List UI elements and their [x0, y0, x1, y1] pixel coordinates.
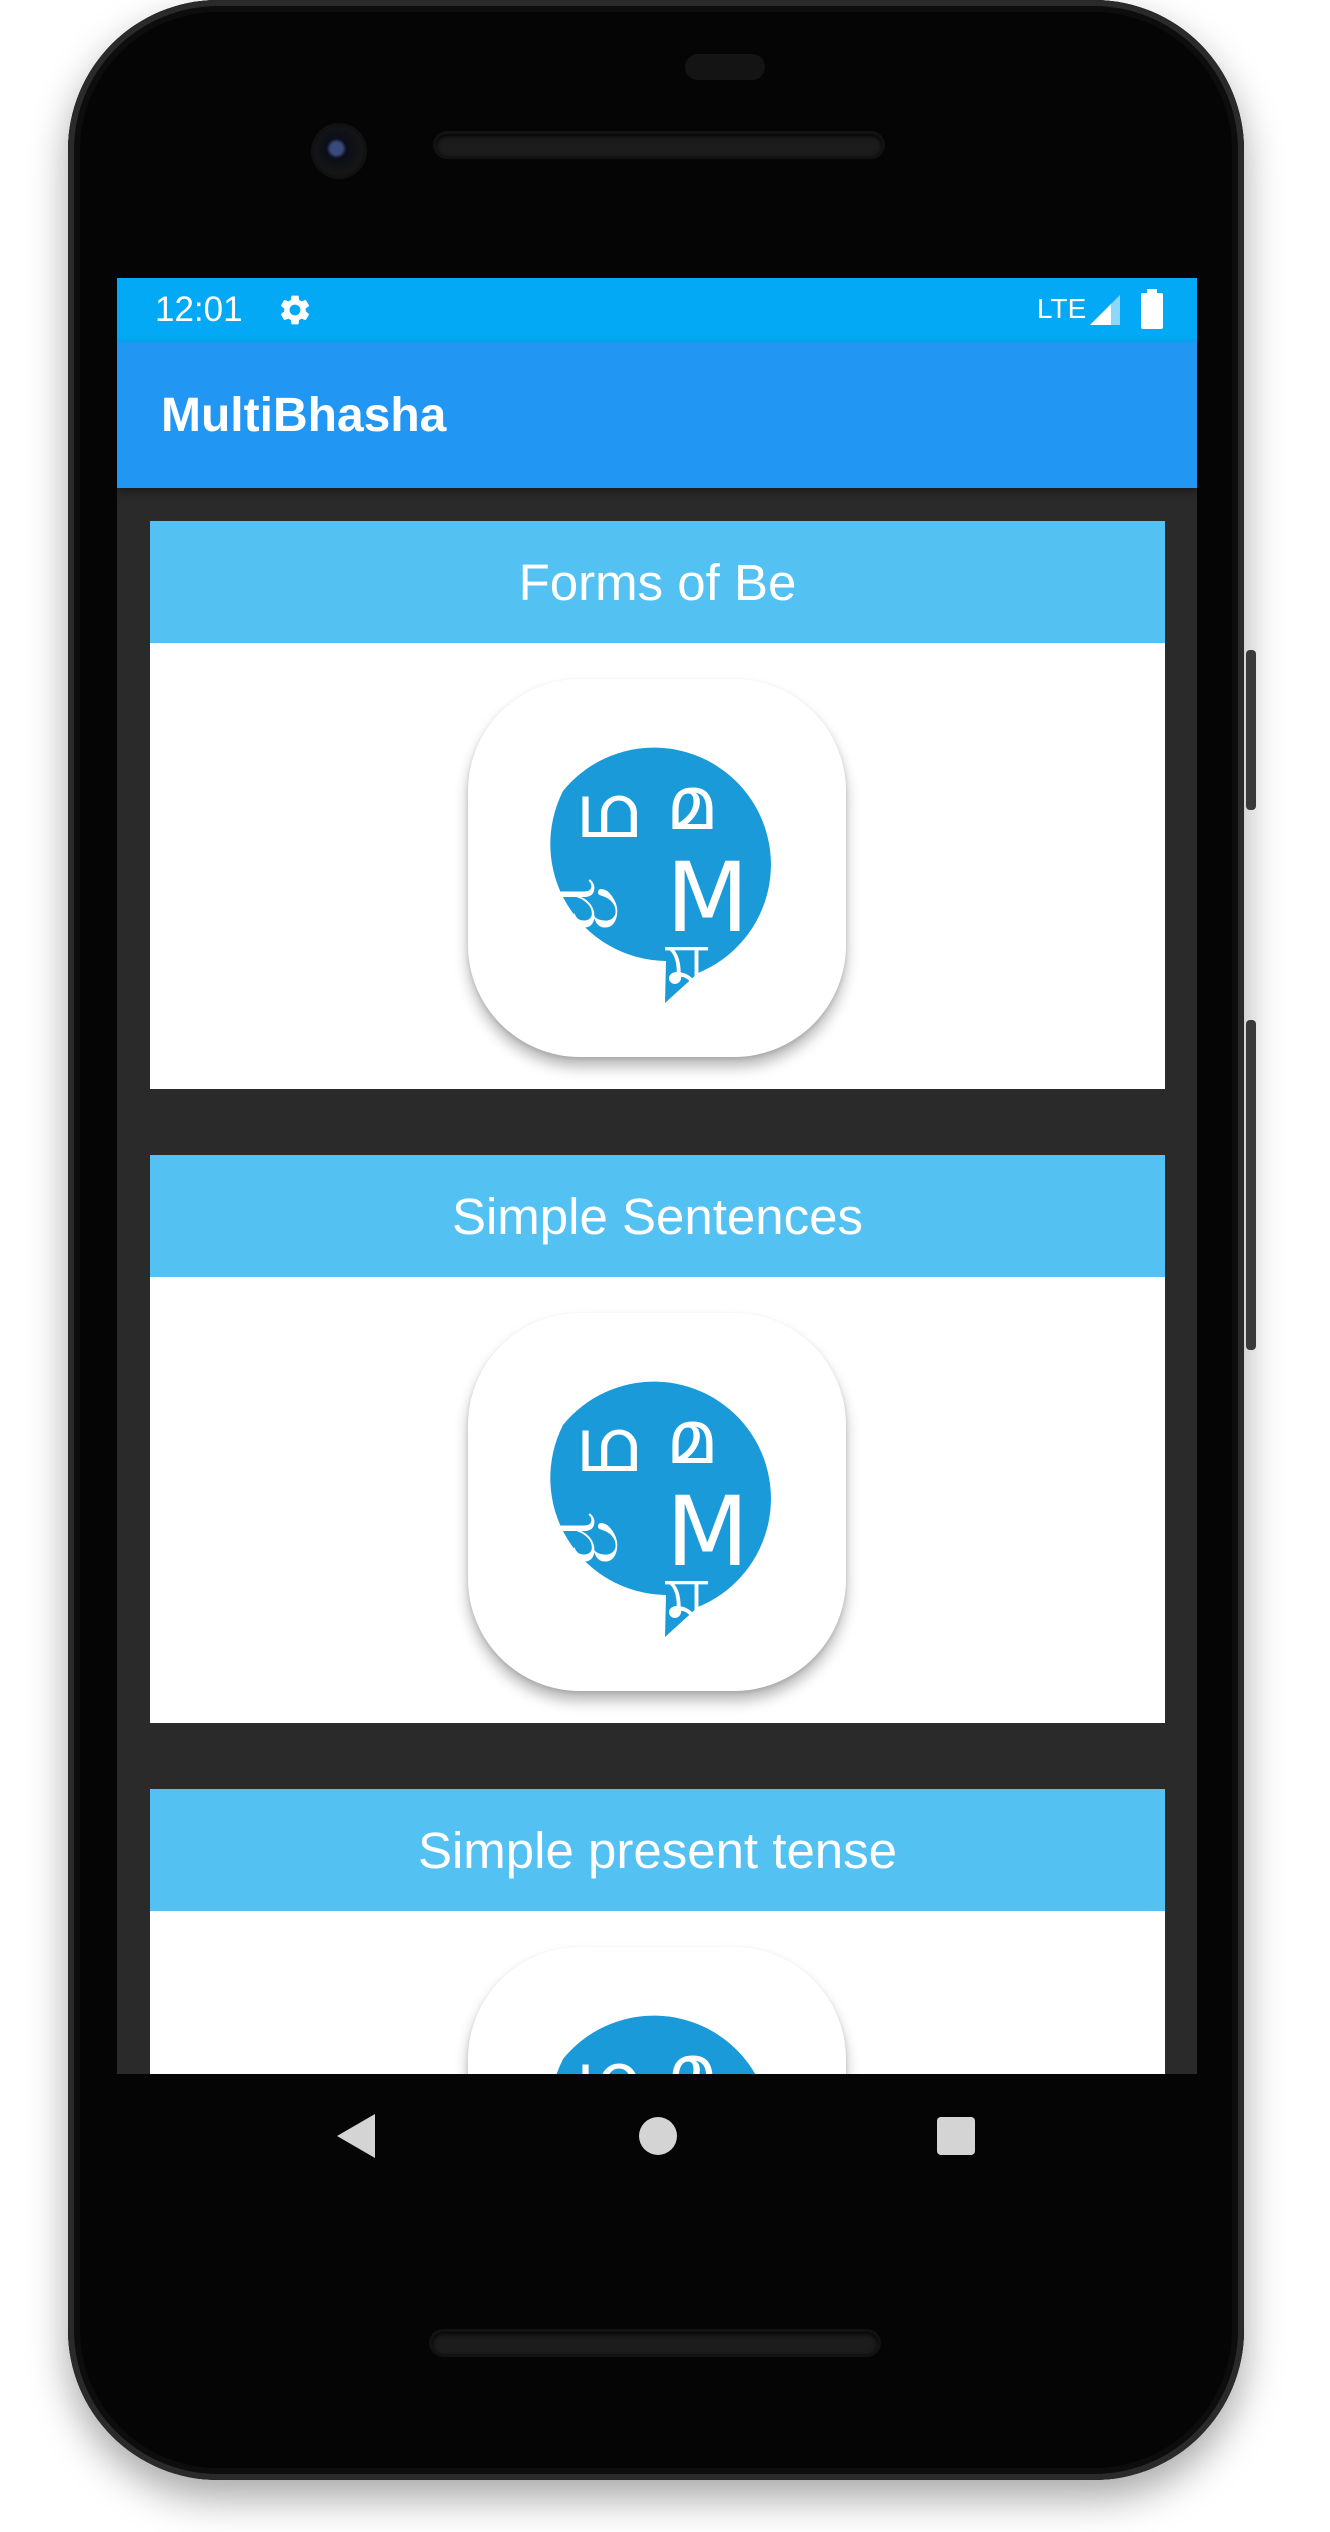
battery-icon: [1141, 289, 1163, 329]
logo-glyph-5: स: [576, 933, 628, 1019]
card-title: Simple present tense: [150, 1789, 1165, 1911]
logo-glyph-6: ম: [665, 1561, 709, 1647]
multibhasha-logo-icon: ഥ മ ಮ M स ম: [468, 679, 846, 1057]
card-title: Simple Sentences: [150, 1155, 1165, 1277]
logo-glyph-2: മ: [666, 2029, 713, 2074]
status-bar: 12:01 LTE: [117, 278, 1197, 342]
network-type: LTE: [1037, 293, 1087, 324]
logo-glyph-1: ഥ: [576, 2037, 637, 2074]
top-speaker: [436, 134, 882, 156]
status-time: 12:01: [155, 290, 243, 329]
lesson-card-simple-sentences[interactable]: Simple Sentences ഥ മ ಮ M स ম: [150, 1155, 1165, 1723]
front-camera: [314, 126, 364, 176]
app-title: MultiBhasha: [161, 389, 447, 442]
logo-glyph-2: മ: [666, 761, 713, 847]
multibhasha-logo-icon: ഥ മ ಮ M स ম: [468, 1313, 846, 1691]
lesson-card-simple-present-tense[interactable]: Simple present tense ഥ മ ಮ M स ম: [150, 1789, 1165, 2074]
bottom-speaker: [432, 2332, 878, 2354]
logo-glyph-2: മ: [666, 1395, 713, 1481]
card-body: ഥ മ ಮ M स ম: [150, 643, 1165, 1089]
power-button: [1246, 650, 1256, 810]
screen: 12:01 LTE MultiBhasha Forms of Be ഥ മ ಮ …: [117, 278, 1197, 2074]
app-bar: MultiBhasha: [117, 342, 1197, 488]
logo-glyph-1: ഥ: [576, 1403, 637, 1489]
card-body: ഥ മ ಮ M स ম: [150, 1911, 1165, 2074]
lesson-card-forms-of-be[interactable]: Forms of Be ഥ മ ಮ M स ম: [150, 521, 1165, 1089]
recents-icon[interactable]: [937, 2117, 975, 2155]
card-title: Forms of Be: [150, 521, 1165, 643]
settings-gear-icon: [280, 295, 310, 325]
back-icon[interactable]: [333, 2112, 379, 2160]
home-icon[interactable]: [639, 2117, 677, 2155]
logo-glyph-1: ഥ: [576, 769, 637, 855]
lesson-list[interactable]: Forms of Be ഥ മ ಮ M स ম Simple Sentences…: [150, 521, 1165, 2074]
card-body: ഥ മ ಮ M स ম: [150, 1277, 1165, 1723]
multibhasha-logo-icon: ഥ മ ಮ M स ম: [468, 1947, 846, 2074]
volume-button: [1246, 1020, 1256, 1350]
proximity-sensor: [685, 54, 765, 80]
logo-glyph-6: ম: [665, 927, 709, 1013]
signal-icon: [1090, 295, 1120, 325]
logo-glyph-5: स: [576, 1567, 628, 1653]
